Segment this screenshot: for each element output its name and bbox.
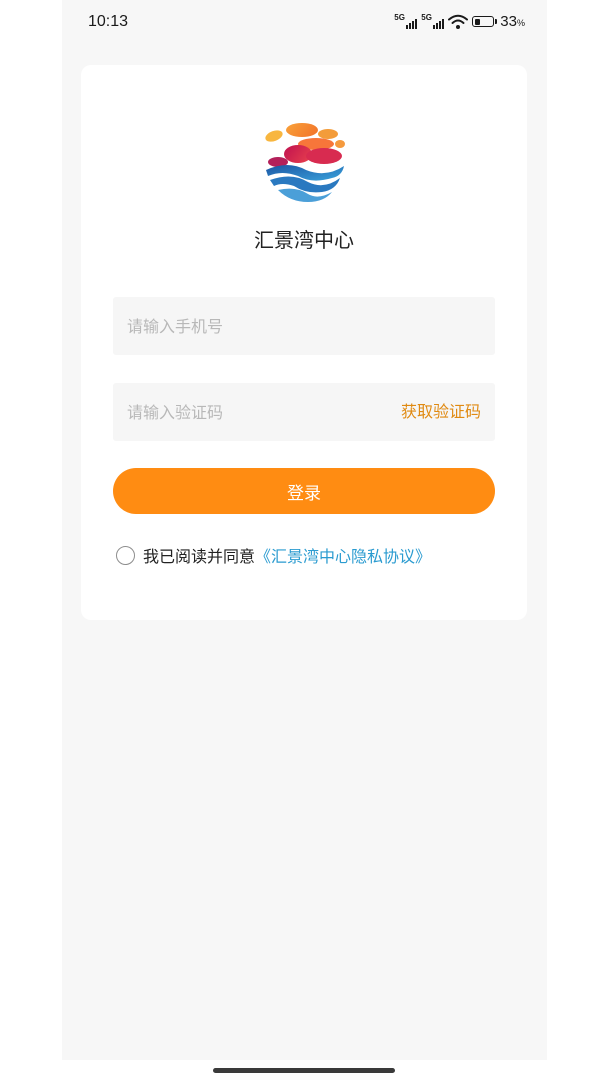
wifi-icon xyxy=(448,14,469,29)
app-screen: 10:13 5G 5G 33% 汇景湾中心 请输入手机号 请输入验证码 获取验证… xyxy=(62,0,547,1060)
battery-fill xyxy=(474,18,481,25)
network-type-label: 5G xyxy=(394,12,405,22)
phone-input[interactable] xyxy=(113,297,495,355)
brand-logo-icon xyxy=(265,123,345,202)
status-time: 10:13 xyxy=(88,13,129,30)
agreement-row: 我已阅读并同意 《汇景湾中心隐私协议》 xyxy=(116,543,431,567)
battery-percent: 33% xyxy=(500,13,525,30)
login-card: 汇景湾中心 获取验证码 登录 我已阅读并同意 《汇景湾中心隐私协议》 xyxy=(81,65,527,620)
agreement-text: 我已阅读并同意 xyxy=(143,547,256,566)
code-field[interactable]: 获取验证码 xyxy=(113,383,495,441)
agreement-radio-icon[interactable] xyxy=(116,545,135,565)
phone-field[interactable] xyxy=(113,297,495,355)
signal-icon: 5G xyxy=(394,12,418,29)
status-icons: 5G 5G 33% xyxy=(394,12,525,31)
brand-name: 汇景湾中心 xyxy=(254,228,354,252)
privacy-agreement-link[interactable]: 《汇景湾中心隐私协议》 xyxy=(255,543,431,567)
get-code-button[interactable]: 获取验证码 xyxy=(401,383,481,441)
network-type-label: 5G xyxy=(421,12,432,22)
home-indicator[interactable] xyxy=(213,1068,395,1073)
signal-icon: 5G xyxy=(421,12,445,29)
status-bar: 10:13 5G 5G 33% xyxy=(62,0,547,46)
battery-icon: 33% xyxy=(472,13,525,30)
login-button[interactable]: 登录 xyxy=(113,468,495,514)
